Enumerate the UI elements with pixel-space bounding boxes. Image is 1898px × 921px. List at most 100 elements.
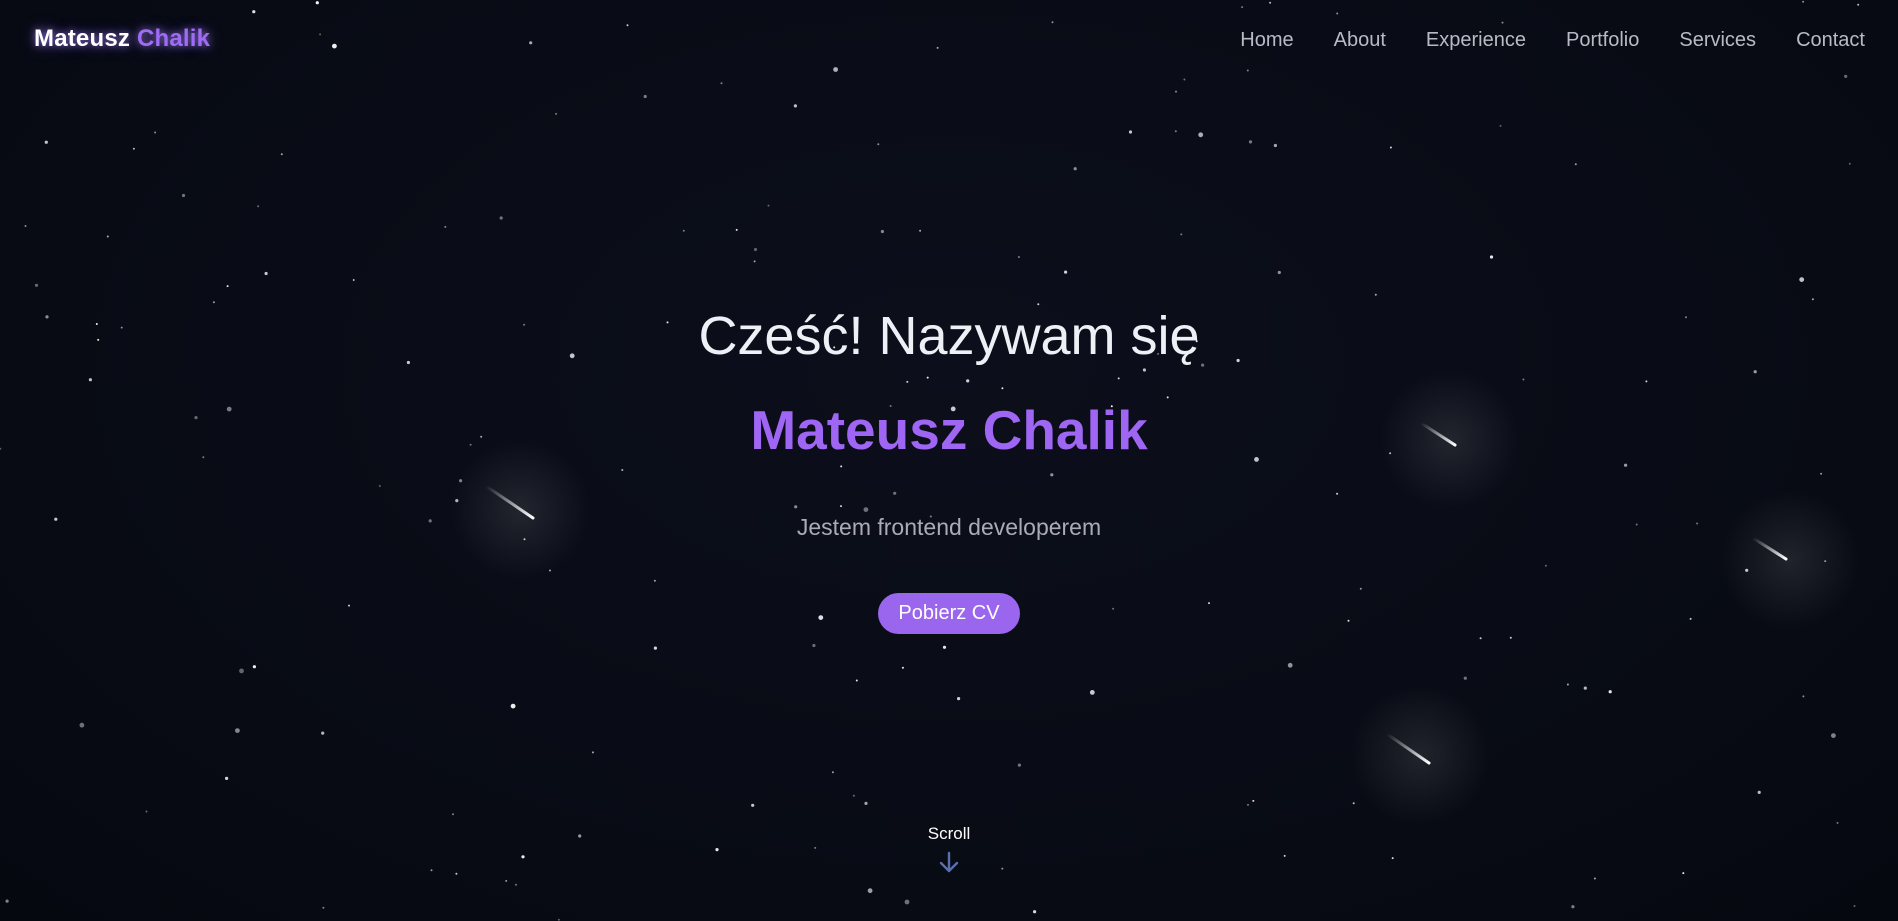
star bbox=[1544, 564, 1547, 567]
star bbox=[864, 801, 868, 806]
star bbox=[1208, 602, 1210, 605]
star bbox=[818, 615, 824, 620]
star bbox=[653, 579, 656, 582]
star bbox=[794, 505, 798, 509]
brand-last-name: Chalik bbox=[136, 25, 211, 52]
star bbox=[235, 728, 240, 733]
star bbox=[855, 679, 858, 682]
nav-link-home[interactable]: Home bbox=[1240, 29, 1293, 52]
star bbox=[893, 491, 897, 495]
star bbox=[1064, 270, 1068, 274]
star bbox=[257, 205, 260, 208]
arrow-down-icon bbox=[939, 851, 959, 873]
star bbox=[1571, 905, 1575, 909]
brand-first-name: Mateusz bbox=[34, 25, 131, 52]
star bbox=[1112, 607, 1115, 610]
star bbox=[1753, 370, 1757, 374]
star bbox=[132, 147, 135, 150]
star bbox=[5, 899, 9, 903]
star bbox=[906, 380, 909, 383]
star bbox=[1198, 132, 1204, 138]
star bbox=[715, 848, 719, 852]
star bbox=[79, 722, 85, 728]
star bbox=[1359, 587, 1362, 590]
star bbox=[1853, 905, 1856, 907]
star bbox=[1166, 396, 1169, 399]
star bbox=[1566, 683, 1569, 686]
star bbox=[812, 643, 816, 648]
star bbox=[1489, 255, 1494, 259]
star bbox=[621, 469, 624, 471]
star bbox=[455, 872, 458, 875]
star bbox=[1050, 473, 1054, 477]
star bbox=[239, 668, 244, 674]
star bbox=[814, 846, 817, 849]
star bbox=[321, 731, 325, 735]
star bbox=[1283, 854, 1286, 857]
star bbox=[1117, 377, 1120, 380]
star bbox=[378, 485, 381, 487]
hero-greeting: Cześć! Nazywam się bbox=[698, 306, 1200, 366]
star bbox=[1017, 256, 1020, 258]
star bbox=[499, 216, 503, 220]
star bbox=[831, 771, 834, 774]
star bbox=[1522, 378, 1525, 381]
star bbox=[966, 379, 970, 383]
star bbox=[1608, 690, 1612, 694]
star bbox=[1277, 270, 1281, 275]
star bbox=[1593, 877, 1596, 880]
page: Mateusz Chalik Home About Experience Por… bbox=[0, 0, 1898, 921]
star bbox=[226, 285, 229, 288]
scroll-label: Scroll bbox=[927, 824, 971, 843]
star bbox=[106, 235, 109, 238]
nav-link-experience[interactable]: Experience bbox=[1426, 29, 1526, 52]
star bbox=[753, 260, 756, 263]
star bbox=[555, 112, 558, 115]
star bbox=[578, 834, 582, 838]
star bbox=[942, 645, 947, 649]
star bbox=[1336, 492, 1339, 495]
scroll-indicator[interactable]: Scroll bbox=[899, 824, 999, 874]
star bbox=[720, 82, 723, 85]
star bbox=[1820, 472, 1823, 475]
star bbox=[753, 247, 758, 252]
star bbox=[1799, 277, 1805, 282]
star bbox=[840, 505, 842, 508]
star bbox=[653, 646, 658, 650]
nav-link-services[interactable]: Services bbox=[1679, 29, 1756, 52]
hero-subtitle: Jestem frontend developerem bbox=[796, 514, 1102, 540]
star bbox=[1831, 733, 1836, 738]
shooting-star bbox=[1720, 490, 1860, 630]
nav-link-about[interactable]: About bbox=[1334, 29, 1386, 52]
star bbox=[1583, 686, 1587, 690]
star bbox=[430, 869, 433, 872]
star bbox=[1273, 143, 1277, 148]
star bbox=[521, 855, 525, 859]
star bbox=[863, 507, 869, 512]
star bbox=[444, 225, 447, 228]
star bbox=[1499, 124, 1502, 127]
star bbox=[145, 810, 148, 813]
star bbox=[1180, 233, 1183, 236]
star bbox=[1848, 162, 1851, 165]
star bbox=[557, 918, 560, 921]
star bbox=[1757, 790, 1761, 795]
star bbox=[452, 813, 454, 816]
star bbox=[840, 465, 843, 468]
star bbox=[181, 193, 186, 198]
star bbox=[1624, 463, 1628, 467]
star bbox=[322, 906, 325, 909]
star bbox=[1352, 802, 1355, 805]
star bbox=[957, 697, 961, 701]
star bbox=[1574, 163, 1577, 166]
star bbox=[1811, 298, 1814, 301]
star bbox=[1347, 619, 1350, 622]
star bbox=[643, 94, 647, 99]
brand-logo[interactable]: Mateusz Chalik bbox=[34, 25, 210, 53]
star bbox=[348, 604, 350, 607]
nav-link-contact[interactable]: Contact bbox=[1796, 29, 1865, 52]
download-cv-button[interactable]: Pobierz CV bbox=[878, 593, 1020, 634]
star bbox=[280, 153, 283, 156]
nav-link-portfolio[interactable]: Portfolio bbox=[1566, 29, 1639, 52]
star bbox=[751, 803, 755, 807]
